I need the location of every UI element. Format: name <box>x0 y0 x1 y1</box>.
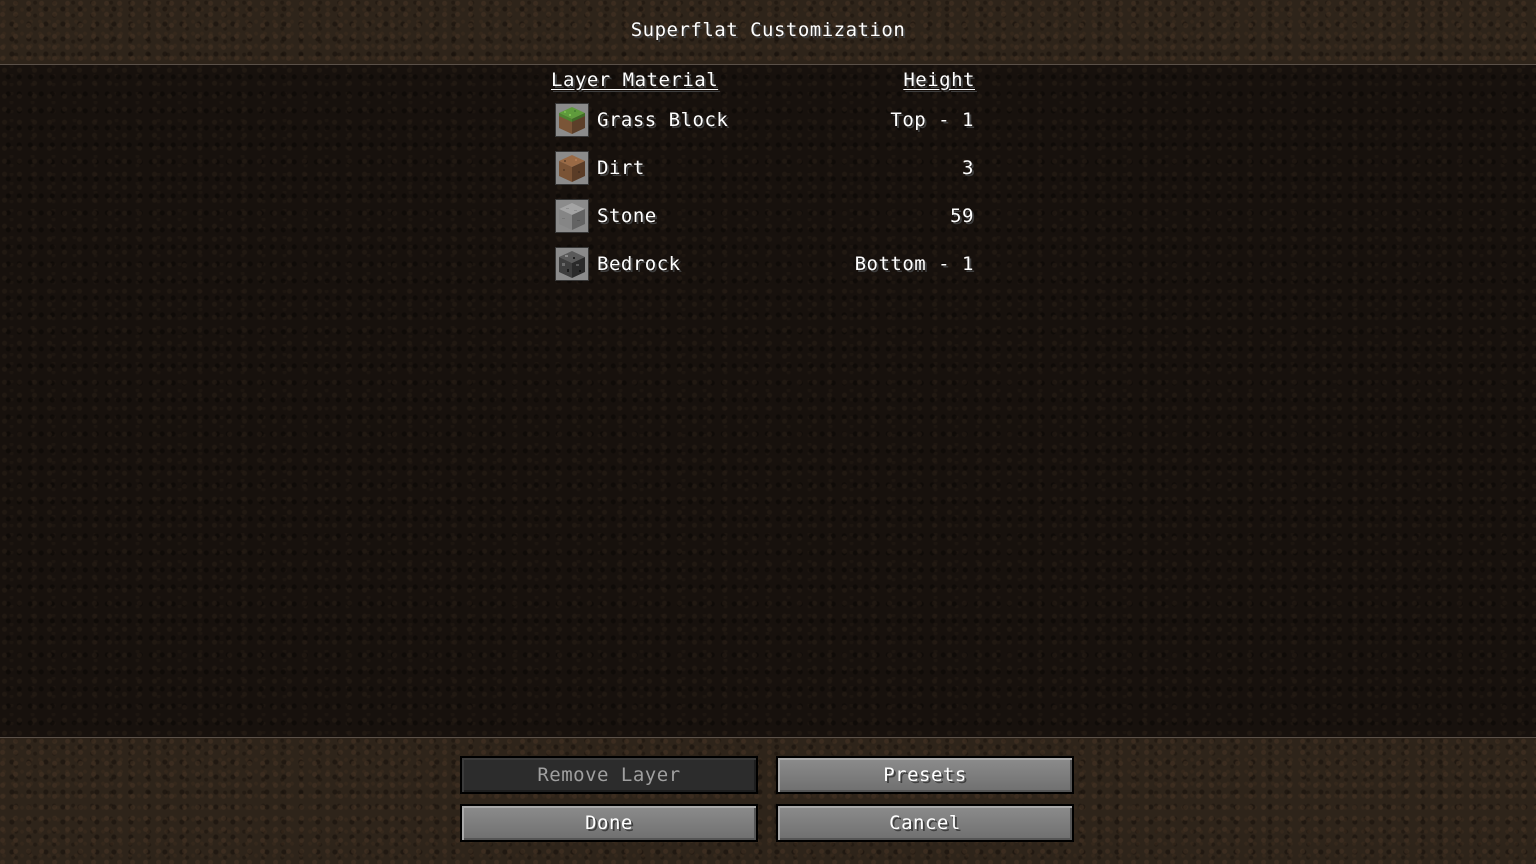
layer-height: 59 <box>950 205 974 227</box>
layer-name: Stone <box>597 205 657 227</box>
layer-row-dirt[interactable]: Dirt 3 <box>555 151 976 185</box>
layer-row-stone[interactable]: Stone 59 <box>555 199 976 233</box>
layer-name: Grass Block <box>597 109 729 131</box>
footer-background <box>0 738 1536 864</box>
layer-name: Bedrock <box>597 253 681 275</box>
stone-icon <box>555 199 589 233</box>
remove-layer-button[interactable]: Remove Layer <box>460 756 758 794</box>
cancel-button[interactable]: Cancel <box>776 804 1074 842</box>
layer-row-bedrock[interactable]: Bedrock Bottom - 1 <box>555 247 976 281</box>
screen-title: Superflat Customization <box>630 19 906 41</box>
layer-height: Bottom - 1 <box>854 253 974 275</box>
layer-height: 3 <box>962 157 974 179</box>
bedrock-icon <box>555 247 589 281</box>
layer-row-grass-block[interactable]: Grass Block Top - 1 <box>555 103 976 137</box>
superflat-customization-screen: Superflat Customization Layer Material H… <box>0 0 1536 864</box>
column-header-height: Height <box>903 69 975 91</box>
column-header-material: Layer Material <box>551 69 719 91</box>
grass-block-icon <box>555 103 589 137</box>
dirt-icon <box>555 151 589 185</box>
presets-button[interactable]: Presets <box>776 756 1074 794</box>
layer-height: Top - 1 <box>890 109 974 131</box>
layer-name: Dirt <box>597 157 645 179</box>
done-button[interactable]: Done <box>460 804 758 842</box>
